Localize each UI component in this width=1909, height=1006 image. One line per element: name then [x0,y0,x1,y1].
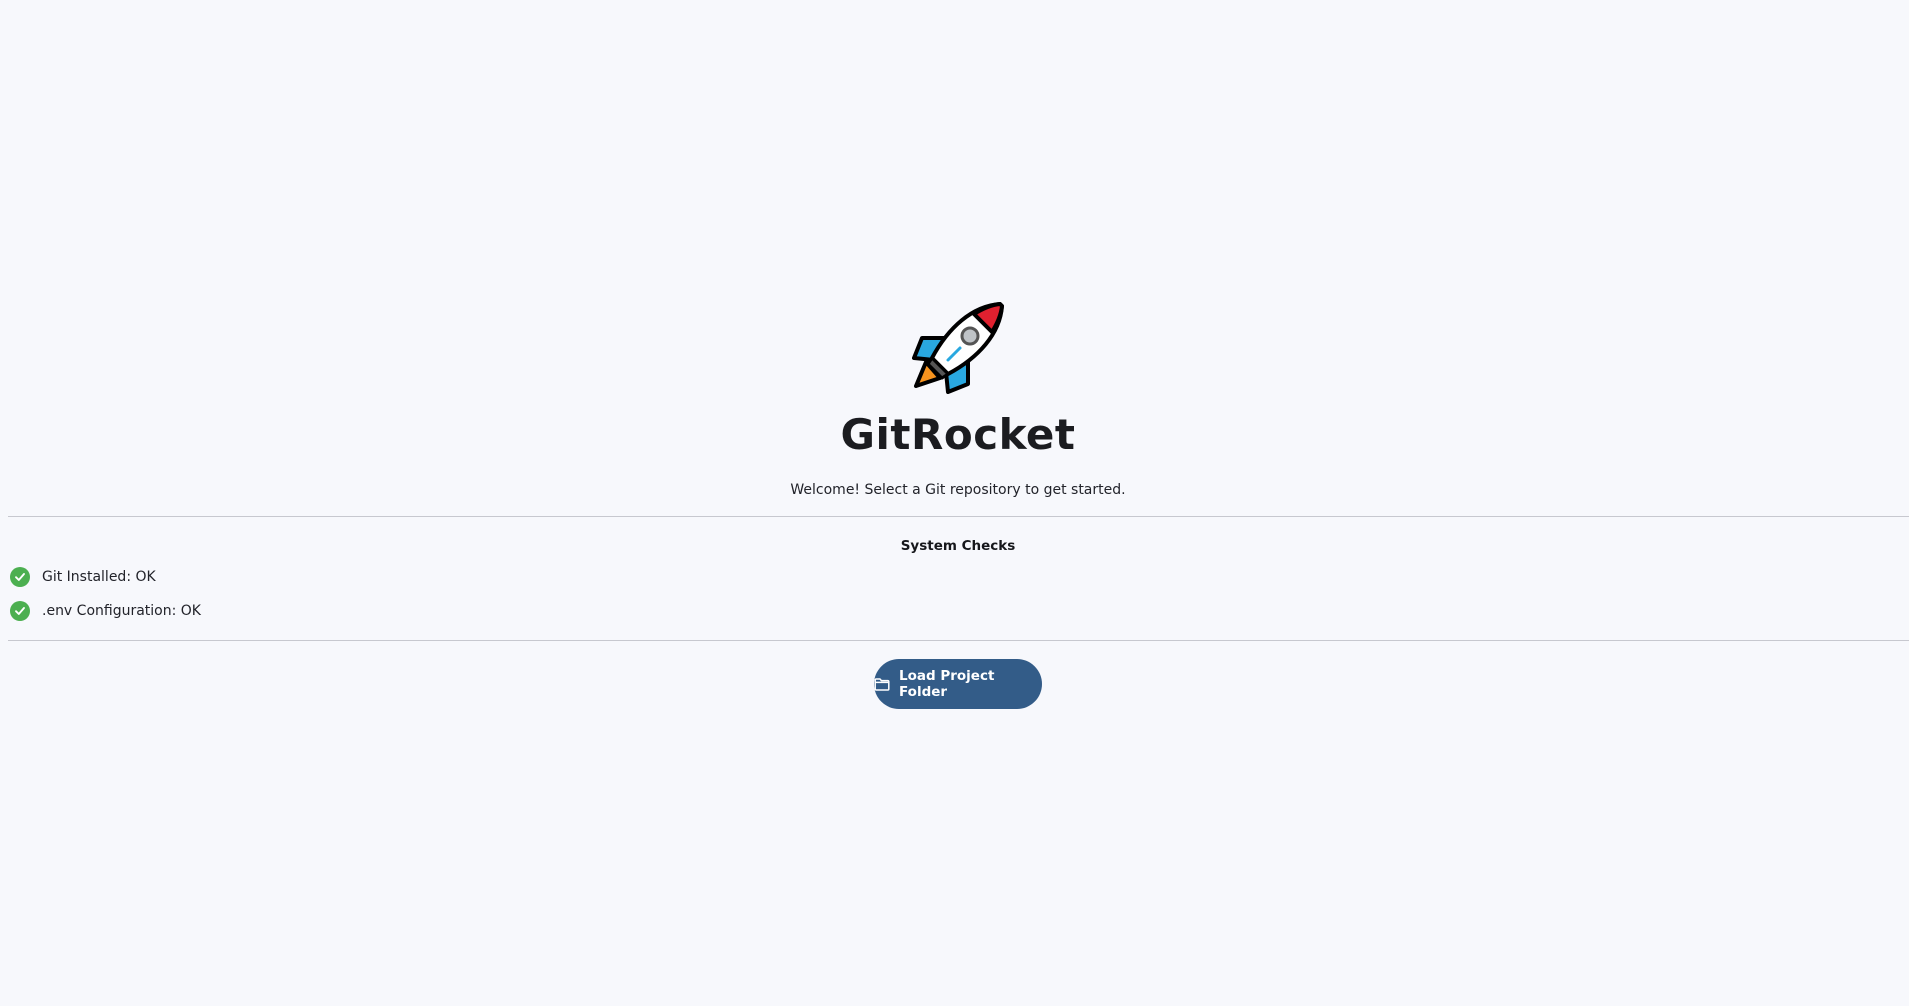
folder-icon [874,677,890,691]
check-item-env: .env Configuration: OK [10,600,201,622]
rocket-icon [912,302,1004,394]
load-project-folder-label: Load Project Folder [899,668,995,700]
load-project-folder-button[interactable]: Load Project Folder [874,659,1042,709]
check-label: Git Installed: OK [42,569,156,585]
top-divider [8,516,1909,517]
check-label: .env Configuration: OK [42,603,201,619]
check-item-git: Git Installed: OK [10,566,156,588]
system-checks-heading: System Checks [900,538,1016,554]
check-circle-icon [10,567,30,587]
bottom-divider [8,640,1909,641]
app-title: GitRocket [840,410,1076,459]
welcome-screen: GitRocket Welcome! Select a Git reposito… [0,0,1909,1006]
welcome-subtitle: Welcome! Select a Git repository to get … [790,482,1126,498]
check-circle-icon [10,601,30,621]
